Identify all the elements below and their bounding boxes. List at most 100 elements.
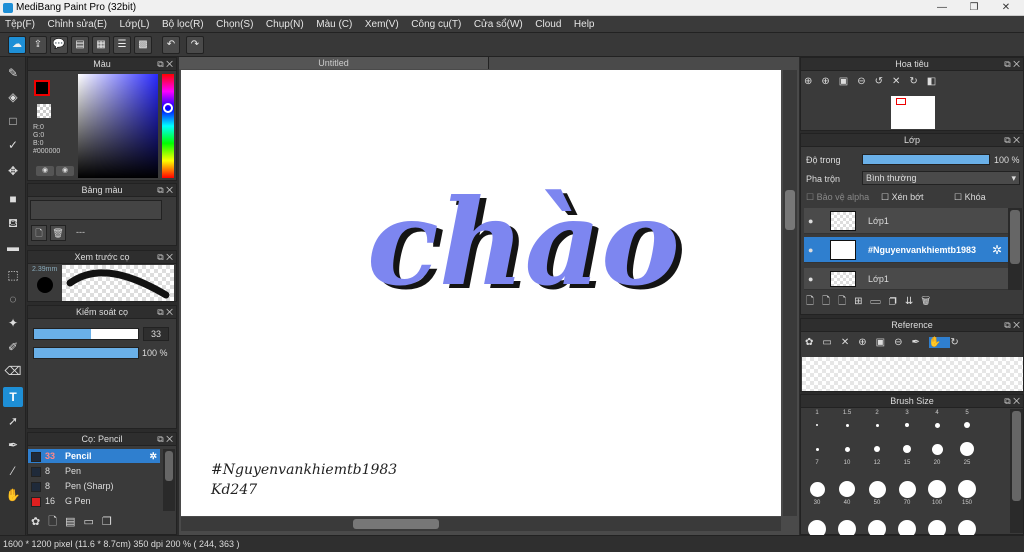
fullscreen-icon[interactable]: ✕ — [892, 76, 909, 87]
folder-icon[interactable]: ▭ — [871, 296, 889, 307]
zoom-out-icon[interactable]: ⊖ — [894, 337, 911, 348]
canvas-paper[interactable]: chào chào #Nguyenvankhiemtb1983 Kd247 — [181, 70, 781, 516]
color-field[interactable] — [78, 74, 158, 178]
brush-size-dot[interactable] — [874, 446, 880, 452]
brush-item[interactable]: 33 Pencil ✲ — [28, 449, 160, 463]
move-tool-icon[interactable]: ✥ — [3, 161, 23, 181]
open-folder-icon[interactable]: ▭ — [822, 337, 840, 348]
menu-snap[interactable]: Chụp(N) — [261, 16, 309, 33]
panel-close-icon[interactable]: ⧉ ✕ — [157, 251, 173, 264]
brush-size-dot[interactable] — [964, 422, 970, 428]
brush-size-dot[interactable] — [816, 424, 818, 426]
fit-icon[interactable]: ▣ — [876, 337, 894, 348]
add-brush-icon[interactable]: ✿ — [31, 516, 48, 528]
new-brush-icon[interactable]: 🗋 — [48, 516, 65, 528]
brush-opacity-slider[interactable] — [33, 347, 139, 359]
brush-size-dot[interactable] — [903, 445, 911, 453]
zoom-in-icon[interactable]: ⊕ — [821, 76, 838, 87]
menu-tools[interactable]: Công cụ(T) — [406, 16, 466, 33]
menu-file[interactable]: Tệp(F) — [0, 16, 40, 33]
brush-size-slider[interactable] — [33, 328, 139, 340]
brush-size-dot[interactable] — [898, 480, 916, 498]
brush-size-dot[interactable] — [845, 423, 849, 427]
hand-tool-icon[interactable]: ✋ — [3, 485, 23, 505]
menu-cloud[interactable]: Cloud — [530, 16, 566, 33]
panel-close-icon[interactable]: ⧉ ✕ — [1004, 319, 1020, 332]
brush-size-dot[interactable] — [905, 423, 909, 427]
layer-row[interactable]: ● #Nguyenvankhiemtb1983 ✲ — [804, 237, 1016, 263]
document-icon[interactable]: ▦ — [92, 36, 110, 54]
brush-size-dot[interactable] — [875, 423, 879, 427]
new-palette-icon[interactable]: 🗋 — [31, 225, 47, 241]
clipping-checkbox[interactable]: ☐ Xén bớt — [881, 192, 924, 203]
palette-swatch-area[interactable] — [30, 200, 162, 220]
brush-size-dot[interactable] — [934, 422, 940, 428]
blend-mode-select[interactable]: Bình thường ▾ — [862, 171, 1020, 185]
rotate-icon[interactable]: ↻ — [950, 337, 967, 348]
menu-view[interactable]: Xem(V) — [360, 16, 404, 33]
menu-select[interactable]: Chọn(S) — [211, 16, 258, 33]
navigator-thumbnail[interactable] — [891, 96, 935, 129]
menu-window[interactable]: Cửa sổ(W) — [469, 16, 528, 33]
rotate-right-icon[interactable]: ↻ — [909, 76, 926, 87]
menu-edit[interactable]: Chỉnh sửa(E) — [43, 16, 113, 33]
panel-close-icon[interactable]: ⧉ ✕ — [157, 433, 173, 446]
brush-item[interactable]: 16 G Pen — [28, 494, 160, 508]
hue-handle[interactable] — [163, 103, 173, 113]
brush-item[interactable]: 8 Pen — [28, 464, 160, 478]
zoom-out-icon[interactable]: ⊖ — [857, 76, 874, 87]
duplicate-layer-icon[interactable]: ❐ — [889, 296, 905, 307]
lock-checkbox[interactable]: ☐ Khóa — [954, 192, 986, 203]
menu-layer[interactable]: Lớp(L) — [115, 16, 155, 33]
canvas-hscrollbar[interactable] — [181, 517, 781, 531]
copy-brush-icon[interactable]: ▤ — [65, 516, 83, 528]
secondary-color-swatch[interactable] — [37, 104, 51, 118]
canvas-vscrollbar[interactable] — [783, 70, 797, 516]
hue-slider[interactable] — [162, 74, 174, 178]
brush-list-scrollbar[interactable] — [163, 449, 175, 511]
list-icon[interactable]: ☰ — [113, 36, 131, 54]
layer-opacity-slider[interactable] — [862, 154, 990, 165]
select-pen-icon[interactable]: ✐ — [3, 337, 23, 357]
brush-size-dot[interactable] — [868, 480, 886, 498]
rotate-left-icon[interactable]: ↺ — [875, 76, 892, 87]
delete-layer-icon[interactable]: 🗑 — [921, 296, 938, 307]
protect-alpha-checkbox[interactable]: ☐ Bảo vệ alpha — [806, 192, 869, 203]
fill-rect-tool-icon[interactable]: ■ — [3, 189, 23, 209]
flip-icon[interactable]: ◧ — [927, 76, 945, 87]
new-layer-icon[interactable]: 🗋 — [806, 296, 822, 307]
eye-icon[interactable]: ● — [808, 245, 813, 255]
share-icon[interactable]: ⇪ — [29, 36, 47, 54]
pen-icon[interactable]: ⁄ — [3, 461, 23, 481]
brush-size-dot[interactable] — [931, 443, 943, 455]
select-eraser-icon[interactable]: ⌫ — [3, 361, 23, 381]
panel-close-icon[interactable]: ⧉ ✕ — [1004, 395, 1020, 408]
panel-close-icon[interactable]: ⧉ ✕ — [157, 306, 173, 319]
delete-palette-icon[interactable]: 🗑 — [50, 225, 66, 241]
brush-size-dot[interactable] — [958, 480, 976, 498]
brush-tool-icon[interactable]: ✎ — [3, 63, 23, 83]
panel-close-icon[interactable]: ⧉ ✕ — [1004, 58, 1020, 71]
select-rect-icon[interactable]: ⬚ — [3, 265, 23, 285]
maximize-button[interactable]: ❐ — [962, 1, 986, 14]
brush-size-dot[interactable] — [809, 481, 825, 497]
gradient-tool-icon[interactable]: ▬ — [3, 237, 23, 257]
brush-item[interactable]: 8 Pen (Sharp) — [28, 479, 160, 493]
layer-scrollbar[interactable] — [1008, 208, 1022, 290]
close-button[interactable]: ✕ — [994, 1, 1018, 14]
menu-filter[interactable]: Bộ lọc(R) — [157, 16, 209, 33]
gear-icon[interactable]: ✲ — [992, 243, 1002, 257]
eraser-tool-icon[interactable]: ◈ — [3, 87, 23, 107]
hand-icon[interactable]: ✋ — [928, 337, 951, 348]
lasso-tool-icon[interactable]: ◌ — [3, 289, 23, 309]
minimize-button[interactable]: — — [930, 1, 954, 14]
color-swap-icon[interactable]: ◉ — [56, 166, 74, 176]
new-1bit-layer-icon[interactable]: 🗋 — [838, 296, 854, 307]
rectangle-tool-icon[interactable]: □ — [3, 111, 23, 131]
layer-row[interactable]: ● Lớp1 — [804, 268, 1016, 290]
zoom-icon[interactable]: ⊕ — [804, 76, 821, 87]
layer-row[interactable]: ● Lớp1 — [804, 208, 1016, 234]
brush-size-dot[interactable] — [928, 480, 946, 498]
eye-icon[interactable]: ● — [808, 274, 813, 284]
magic-wand-icon[interactable]: ✦ — [3, 313, 23, 333]
